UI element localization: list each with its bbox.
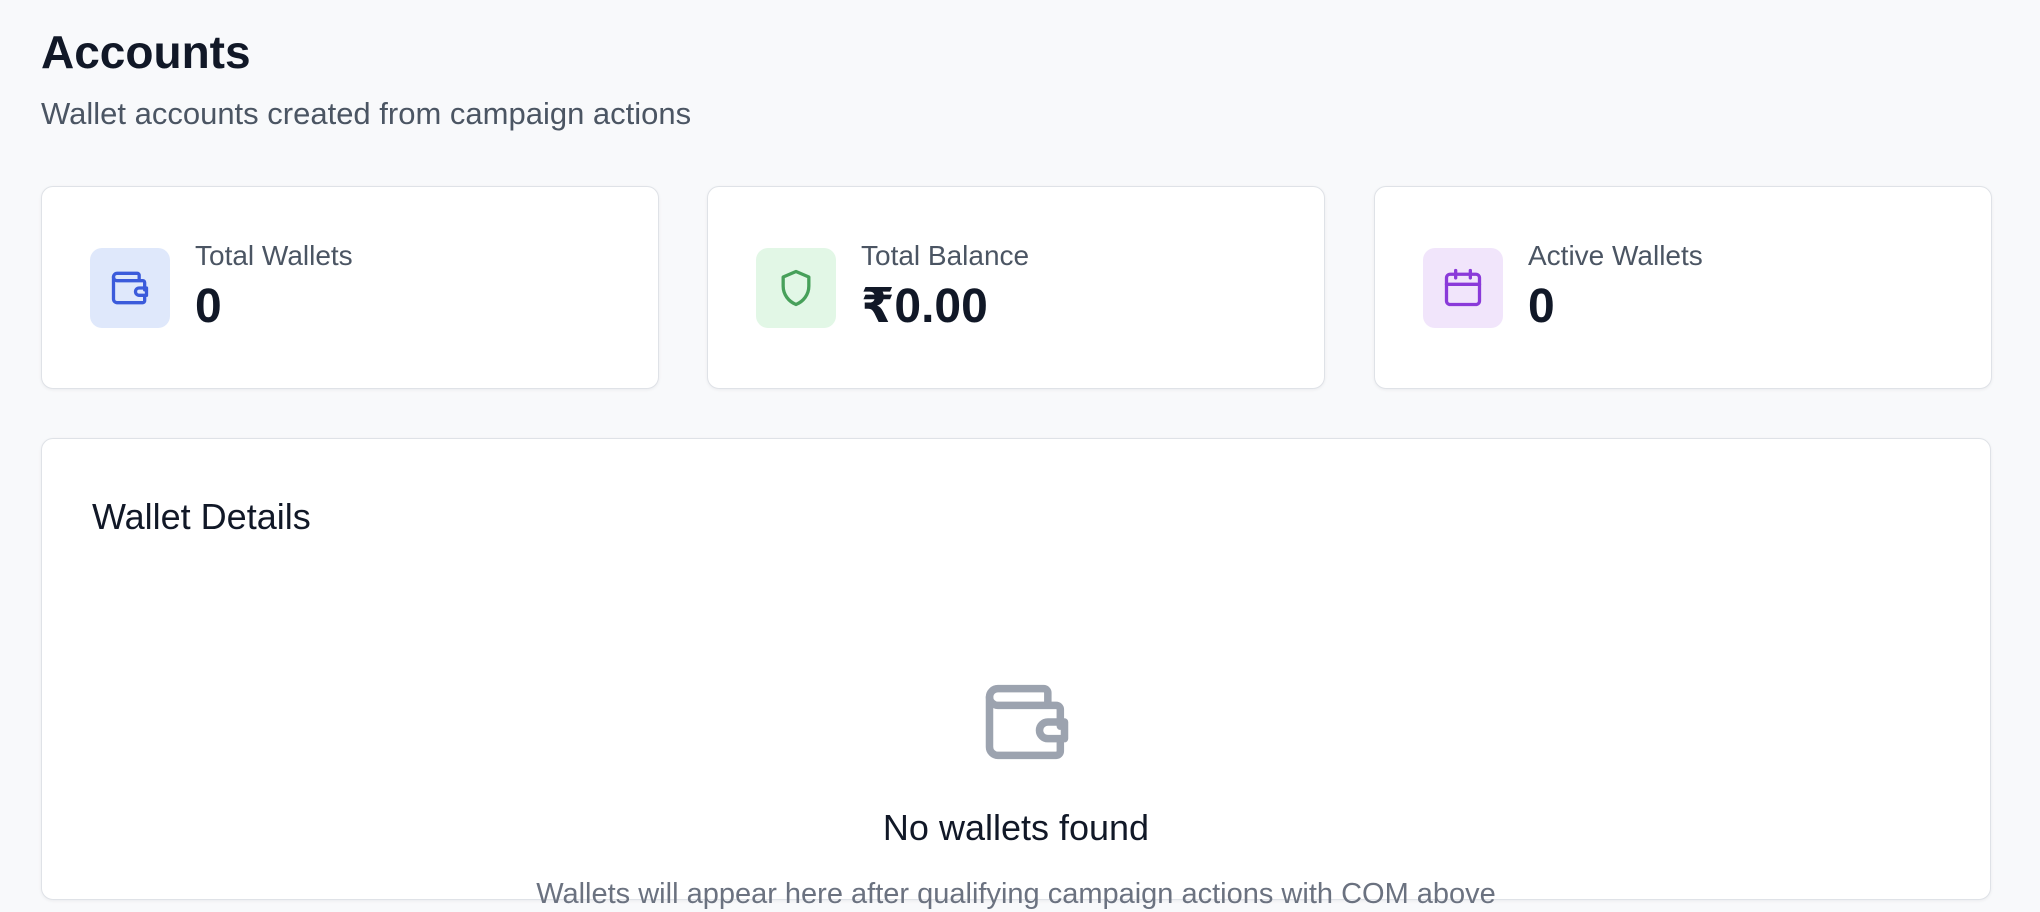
empty-state-title: No wallets found: [882, 807, 1150, 848]
total-wallets-value: 0: [195, 280, 222, 333]
total-wallets-card: Total Wallets 0: [41, 186, 659, 389]
wallet-details-title: Wallet Details: [92, 496, 311, 537]
page-subtitle: Wallet accounts created from campaign ac…: [41, 96, 692, 131]
wallet-icon: [90, 248, 170, 328]
total-balance-card: Total Balance ₹0.00: [707, 186, 1325, 389]
total-wallets-label: Total Wallets: [195, 240, 353, 271]
active-wallets-value: 0: [1528, 280, 1555, 333]
wallet-icon: [977, 672, 1077, 772]
total-balance-label: Total Balance: [861, 240, 1030, 271]
shield-icon: [756, 248, 836, 328]
stats-row: Total Wallets 0 Total Balance ₹0.00 Acti…: [41, 186, 1992, 389]
calendar-icon: [1423, 248, 1503, 328]
active-wallets-card: Active Wallets 0: [1374, 186, 1992, 389]
empty-state-description: Wallets will appear here after qualifyin…: [536, 878, 1496, 910]
wallet-details-card: Wallet Details No wallets found Wallets …: [41, 438, 1991, 910]
page-title: Accounts: [41, 26, 251, 78]
total-balance-value: ₹0.00: [861, 280, 988, 333]
active-wallets-label: Active Wallets: [1528, 240, 1703, 271]
